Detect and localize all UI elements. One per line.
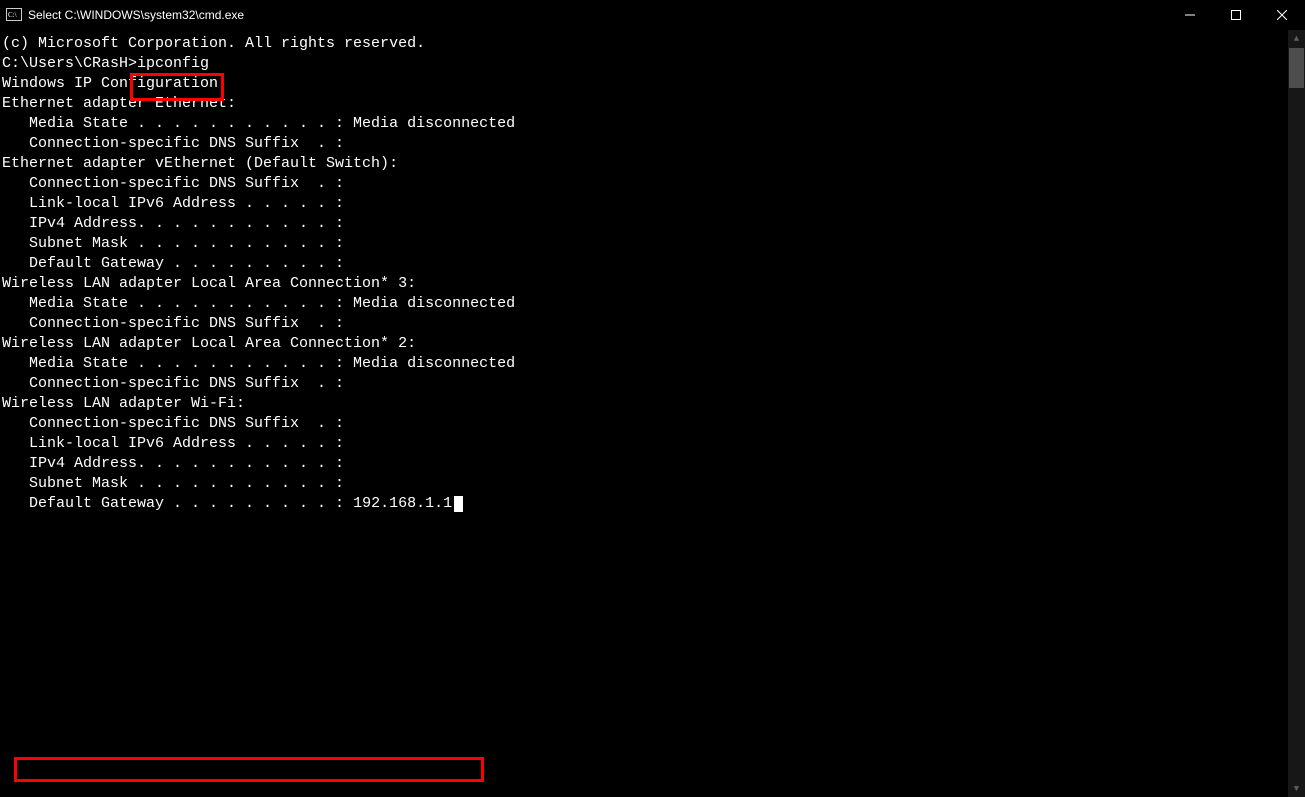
window-controls bbox=[1167, 0, 1305, 30]
adapter-property: Connection-specific DNS Suffix . : bbox=[2, 314, 1305, 334]
adapter-title: Wireless LAN adapter Wi-Fi: bbox=[2, 394, 1305, 414]
scroll-down-icon[interactable]: ▼ bbox=[1288, 780, 1305, 797]
scrollbar[interactable]: ▲ ▼ bbox=[1288, 30, 1305, 797]
adapter-property: IPv4 Address. . . . . . . . . . . : bbox=[2, 454, 1305, 474]
adapter-title: Ethernet adapter Ethernet: bbox=[2, 94, 1305, 114]
copyright-line: (c) Microsoft Corporation. All rights re… bbox=[2, 34, 1305, 54]
terminal-output[interactable]: (c) Microsoft Corporation. All rights re… bbox=[0, 30, 1305, 797]
adapter-title: Wireless LAN adapter Local Area Connecti… bbox=[2, 334, 1305, 354]
cursor bbox=[454, 496, 463, 512]
window-title: Select C:\WINDOWS\system32\cmd.exe bbox=[28, 8, 244, 22]
prompt-line: C:\Users\CRasH>ipconfig bbox=[2, 54, 1305, 74]
adapter-property: Media State . . . . . . . . . . . : Medi… bbox=[2, 294, 1305, 314]
prompt-prefix: C:\Users\CRasH> bbox=[2, 55, 137, 72]
adapter-property: IPv4 Address. . . . . . . . . . . : bbox=[2, 214, 1305, 234]
adapter-property: Subnet Mask . . . . . . . . . . . : bbox=[2, 474, 1305, 494]
adapter-property: Media State . . . . . . . . . . . : Medi… bbox=[2, 354, 1305, 374]
adapter-property: Subnet Mask . . . . . . . . . . . : bbox=[2, 234, 1305, 254]
gateway-value: 192.168.1.1 bbox=[353, 495, 452, 512]
minimize-button[interactable] bbox=[1167, 0, 1213, 30]
cmd-icon: C:\ bbox=[6, 7, 22, 23]
typed-command: ipconfig bbox=[137, 55, 209, 72]
adapter-property: Link-local IPv6 Address . . . . . : bbox=[2, 194, 1305, 214]
cmd-window: C:\ Select C:\WINDOWS\system32\cmd.exe (… bbox=[0, 0, 1305, 797]
close-button[interactable] bbox=[1259, 0, 1305, 30]
scrollbar-thumb[interactable] bbox=[1289, 48, 1304, 88]
adapter-title: Ethernet adapter vEthernet (Default Swit… bbox=[2, 154, 1305, 174]
scroll-up-icon[interactable]: ▲ bbox=[1288, 30, 1305, 47]
gateway-label: Default Gateway . . . . . . . . . : bbox=[2, 495, 353, 512]
adapter-property: Connection-specific DNS Suffix . : bbox=[2, 374, 1305, 394]
adapter-property: Default Gateway . . . . . . . . . : bbox=[2, 254, 1305, 274]
adapter-property: Connection-specific DNS Suffix . : bbox=[2, 174, 1305, 194]
maximize-button[interactable] bbox=[1213, 0, 1259, 30]
svg-text:C:\: C:\ bbox=[8, 11, 17, 19]
adapter-property: Connection-specific DNS Suffix . : bbox=[2, 134, 1305, 154]
titlebar[interactable]: C:\ Select C:\WINDOWS\system32\cmd.exe bbox=[0, 0, 1305, 30]
adapter-property: Connection-specific DNS Suffix . : bbox=[2, 414, 1305, 434]
adapter-title: Wireless LAN adapter Local Area Connecti… bbox=[2, 274, 1305, 294]
adapter-property: Link-local IPv6 Address . . . . . : bbox=[2, 434, 1305, 454]
ipconfig-header: Windows IP Configuration bbox=[2, 74, 1305, 94]
adapter-property: Media State . . . . . . . . . . . : Medi… bbox=[2, 114, 1305, 134]
default-gateway-line: Default Gateway . . . . . . . . . : 192.… bbox=[2, 494, 1305, 514]
